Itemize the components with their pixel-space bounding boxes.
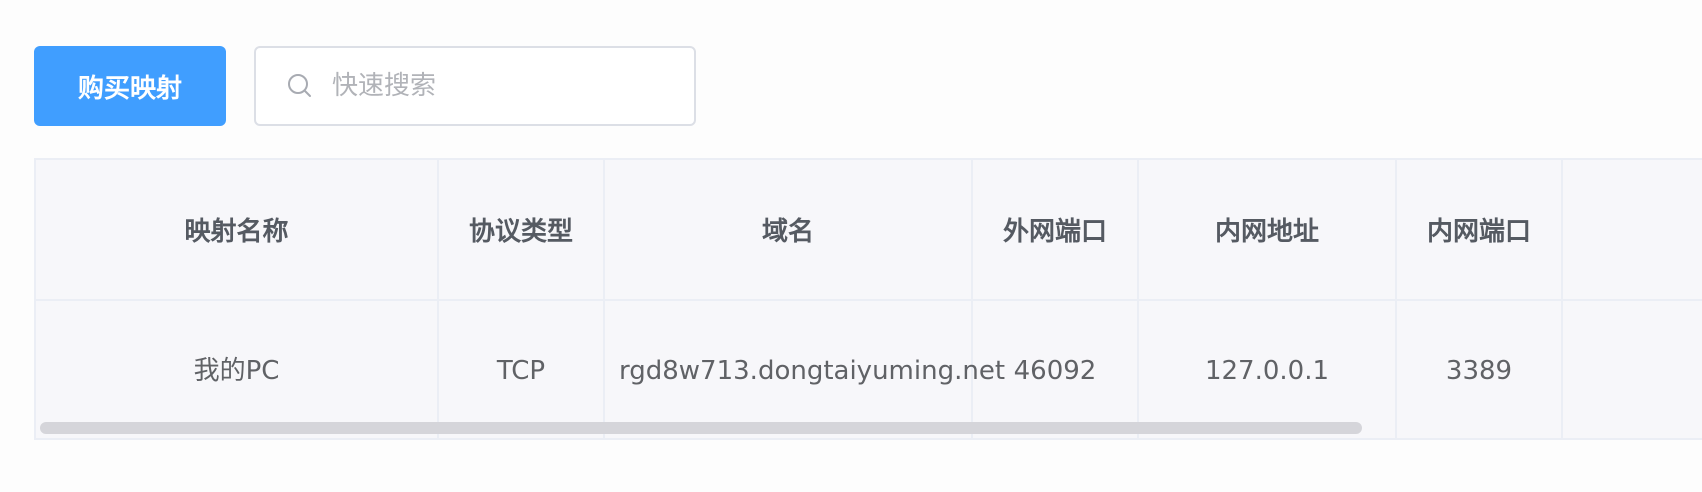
toolbar: 购买映射 [34,46,696,126]
column-header-protocol: 协议类型 [438,160,605,301]
column-header-internal-address: 内网地址 [1138,160,1397,301]
column-header-domain: 域名 [604,160,973,301]
cell-internal-port: 3389 [1396,300,1563,438]
cell-domain: rgd8w713.dongtaiyuming.net [604,300,1005,438]
cell-extra [1562,300,1702,438]
page: 购买映射 映射名称 [0,0,1702,492]
column-header-external-port: 外网端口 [972,160,1139,301]
search-input[interactable] [330,70,664,102]
table: 映射名称 协议类型 域名 外网端口 内网地址 内网端口 我的PC TCP rgd… [36,160,1702,438]
column-header-extra [1562,160,1702,301]
table-row: 我的PC TCP rgd8w713.dongtaiyuming.net 4609… [36,300,1702,438]
cell-protocol: TCP [438,300,605,438]
search-box[interactable] [254,46,696,126]
cell-internal-address: 127.0.0.1 [1138,300,1397,438]
buy-mapping-button[interactable]: 购买映射 [34,46,226,126]
column-header-internal-port: 内网端口 [1396,160,1563,301]
horizontal-scrollbar[interactable] [40,422,1362,434]
mapping-table: 映射名称 协议类型 域名 外网端口 内网地址 内网端口 我的PC TCP rgd… [34,158,1702,440]
cell-name: 我的PC [36,300,439,438]
search-icon [284,70,316,102]
table-header-row: 映射名称 协议类型 域名 外网端口 内网地址 内网端口 [36,160,1702,301]
column-header-name: 映射名称 [36,160,439,301]
